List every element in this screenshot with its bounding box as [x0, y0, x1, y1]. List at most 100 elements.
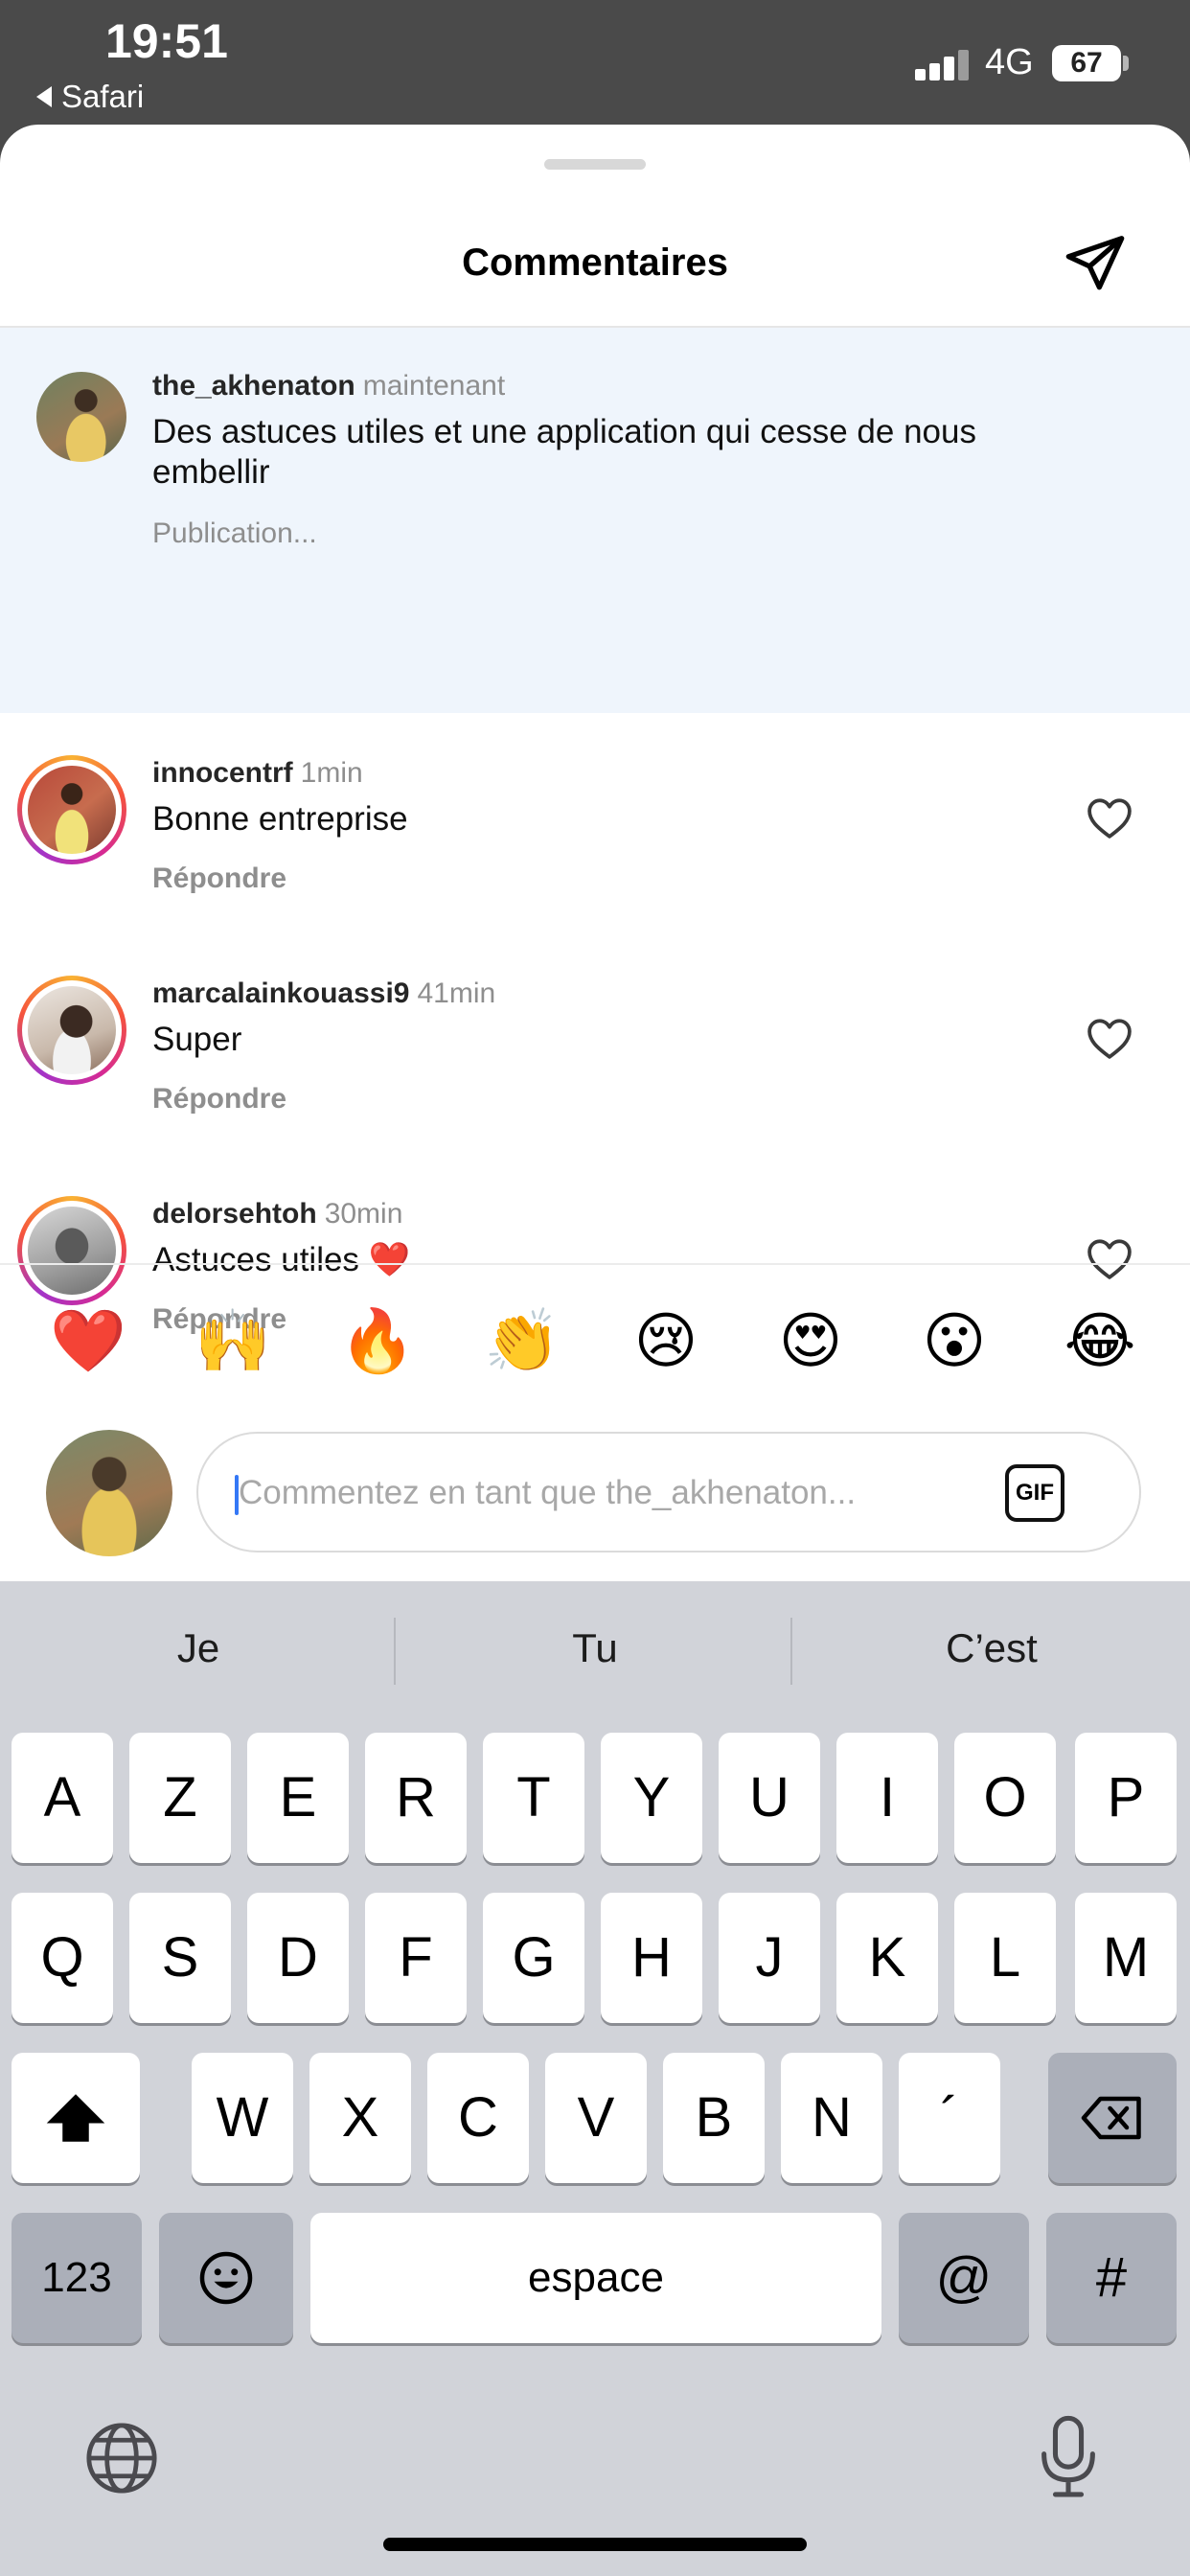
key-u[interactable]: U	[719, 1733, 820, 1863]
at-key[interactable]: @	[899, 2213, 1029, 2343]
gif-button[interactable]: GIF	[1005, 1464, 1064, 1522]
key-m[interactable]: M	[1075, 1893, 1177, 2023]
emoji-clap-button[interactable]: 👏	[484, 1303, 561, 1380]
reply-button[interactable]: Répondre	[152, 862, 286, 895]
numbers-key[interactable]: 123	[11, 2213, 142, 2343]
suggestion-3[interactable]: C’est	[793, 1581, 1190, 1715]
suggestion-1[interactable]: Je	[0, 1581, 397, 1715]
back-app-label: Safari	[61, 79, 145, 114]
key-v[interactable]: V	[545, 2053, 647, 2183]
comment-header: marcalainkouassi9 41min	[152, 978, 495, 1010]
my-avatar	[46, 1430, 172, 1556]
like-heart-icon[interactable]	[1085, 1016, 1134, 1060]
key-i[interactable]: I	[836, 1733, 938, 1863]
key-l[interactable]: L	[954, 1893, 1056, 2023]
key-h[interactable]: H	[601, 1893, 702, 2023]
reply-button[interactable]: Répondre	[152, 1083, 286, 1116]
avatar[interactable]	[17, 755, 126, 864]
backspace-icon	[1081, 2096, 1141, 2140]
comment-username[interactable]: delorsehtoh	[152, 1198, 317, 1230]
emoji-surprised-button[interactable]: 😮	[916, 1303, 993, 1380]
emoji-fire-button[interactable]: 🔥	[339, 1303, 416, 1380]
comment-text: Des astuces utiles et une application qu…	[152, 413, 976, 491]
comment-text: Astuces utiles ❤️	[152, 1241, 411, 1278]
key-y[interactable]: Y	[601, 1733, 702, 1863]
emoji-divider	[0, 1263, 1190, 1265]
key-p[interactable]: P	[1075, 1733, 1177, 1863]
comment-time: 41min	[417, 978, 496, 1009]
status-time: 19:51	[105, 14, 228, 68]
space-bar[interactable]: espace	[310, 2213, 881, 2343]
avatar[interactable]	[36, 372, 126, 462]
avatar[interactable]	[17, 1196, 126, 1305]
comment-username[interactable]: innocentrf	[152, 757, 293, 789]
sheet-title: Commentaires	[462, 242, 728, 284]
comment-header: innocentrf 1min	[152, 757, 363, 790]
suggestion-2[interactable]: Tu	[397, 1581, 793, 1715]
emoji-heart-eyes-button[interactable]: 😍	[772, 1303, 849, 1380]
emoji-keyboard-key[interactable]	[159, 2213, 293, 2343]
like-heart-icon[interactable]	[1085, 795, 1134, 840]
key-r[interactable]: R	[365, 1733, 467, 1863]
key-b[interactable]: B	[663, 2053, 765, 2183]
shift-arrow-icon	[46, 2094, 105, 2142]
key-n[interactable]: N	[781, 2053, 882, 2183]
hash-key[interactable]: #	[1046, 2213, 1177, 2343]
avatar[interactable]	[17, 976, 126, 1085]
comment-text: Super	[152, 1021, 242, 1058]
comment-time: 30min	[324, 1198, 403, 1230]
posting-status: Publication...	[152, 518, 317, 549]
suggestion-divider	[790, 1618, 792, 1685]
comment-input-placeholder: Commentez en tant que the_akhenaton...	[239, 1474, 857, 1511]
comment-input[interactable]: Commentez en tant que the_akhenaton... G…	[196, 1432, 1141, 1552]
like-heart-icon[interactable]	[1085, 1236, 1134, 1280]
comment-item: marcalainkouassi9 41min Super Répondre	[0, 933, 1190, 1154]
comment-header: delorsehtoh 30min	[152, 1198, 402, 1230]
key-w[interactable]: W	[192, 2053, 293, 2183]
key-q[interactable]: Q	[11, 1893, 113, 2023]
key-g[interactable]: G	[483, 1893, 584, 2023]
key-d[interactable]: D	[247, 1893, 349, 2023]
shift-key[interactable]	[11, 2053, 140, 2183]
network-type: 4G	[985, 42, 1034, 82]
battery-tip	[1123, 56, 1129, 71]
comment-time: maintenant	[362, 370, 506, 402]
key-t[interactable]: T	[483, 1733, 584, 1863]
microphone-icon[interactable]	[1035, 2415, 1102, 2499]
emoji-raised-hands-button[interactable]: 🙌	[195, 1303, 271, 1380]
home-indicator[interactable]	[383, 2538, 807, 2551]
key-a[interactable]: A	[11, 1733, 113, 1863]
key-f[interactable]: F	[365, 1893, 467, 2023]
comment-username[interactable]: the_akhenaton	[152, 370, 355, 402]
comment-item: innocentrf 1min Bonne entreprise Répondre	[0, 713, 1190, 933]
globe-icon[interactable]	[82, 2419, 161, 2497]
key-x[interactable]: X	[309, 2053, 411, 2183]
key-c[interactable]: C	[427, 2053, 529, 2183]
share-send-icon[interactable]	[1062, 230, 1129, 297]
key-o[interactable]: O	[954, 1733, 1056, 1863]
sheet-grabber[interactable]	[544, 159, 646, 170]
emoji-crying-button[interactable]: 😢	[628, 1303, 704, 1380]
comment-header: the_akhenaton maintenant	[152, 370, 505, 402]
comment-item-pending: the_akhenaton maintenant Des astuces util…	[0, 328, 1190, 713]
emoji-heart-button[interactable]: ❤️	[50, 1303, 126, 1380]
keyboard: Je Tu C’est A Z E R T Y U I O P Q S D F …	[0, 1581, 1190, 2576]
smiley-icon	[199, 2251, 253, 2305]
comment-username[interactable]: marcalainkouassi9	[152, 978, 410, 1009]
comment-text: Bonne entreprise	[152, 800, 408, 838]
key-k[interactable]: K	[836, 1893, 938, 2023]
cellular-signal-icon	[915, 48, 969, 80]
back-to-app-button[interactable]: Safari	[36, 79, 144, 115]
suggestion-divider	[394, 1618, 396, 1685]
key-e[interactable]: E	[247, 1733, 349, 1863]
battery-icon: 67	[1052, 45, 1121, 81]
delete-key[interactable]	[1048, 2053, 1177, 2183]
comments-sheet: Commentaires the_akhenaton maintenant Des…	[0, 125, 1190, 1581]
emoji-laughing-button[interactable]: 😂	[1062, 1303, 1138, 1380]
key-s[interactable]: S	[129, 1893, 231, 2023]
emoji-quick-bar: ❤️ 🙌 🔥 👏 😢 😍 😮 😂	[0, 1303, 1190, 1390]
comment-item: delorsehtoh 30min Astuces utiles ❤️ Répon…	[0, 1154, 1190, 1335]
key-acute-accent[interactable]: ´	[899, 2053, 1000, 2183]
key-z[interactable]: Z	[129, 1733, 231, 1863]
key-j[interactable]: J	[719, 1893, 820, 2023]
